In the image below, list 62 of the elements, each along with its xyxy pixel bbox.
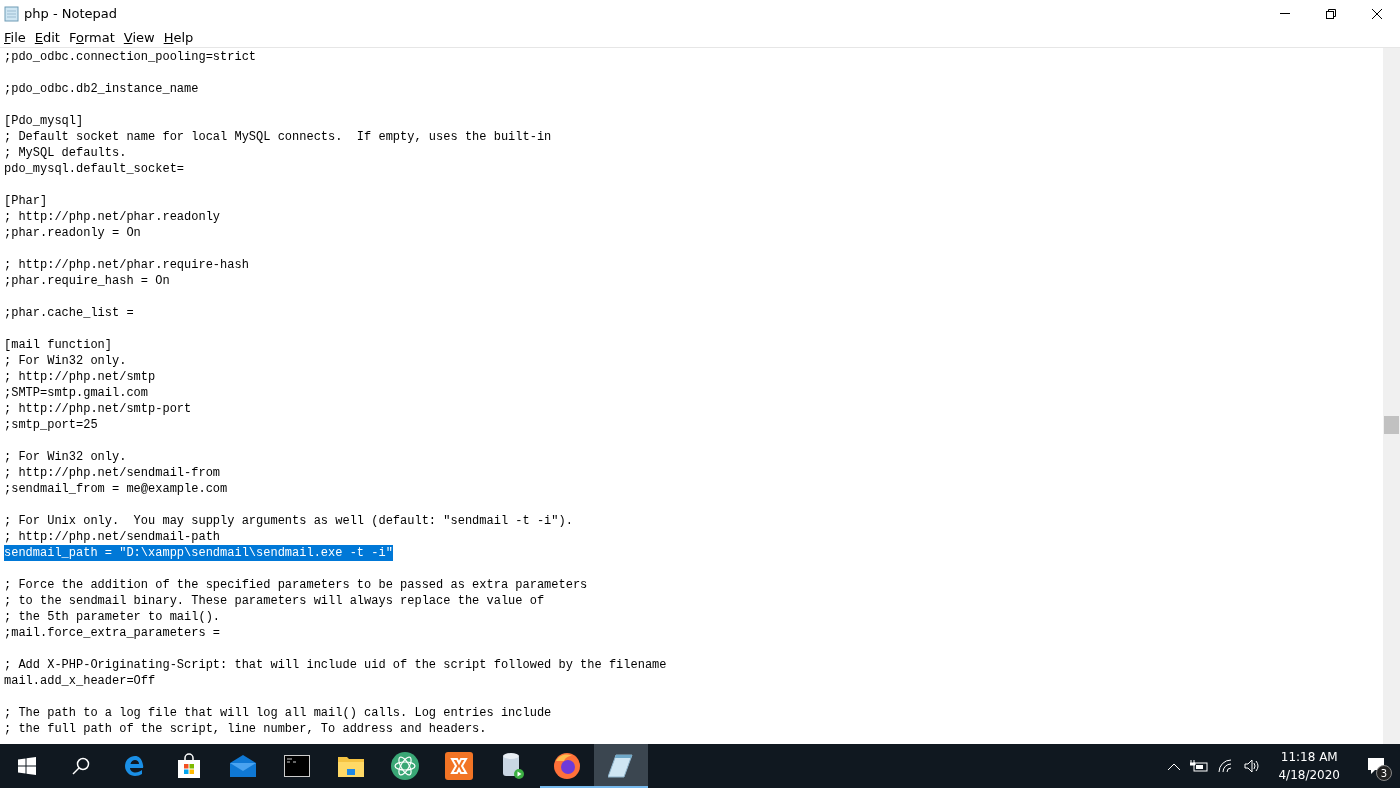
text-line: ; the 5th parameter to mail(). — [4, 609, 221, 625]
notepad-icon — [4, 5, 20, 22]
close-icon — [1372, 8, 1382, 19]
menu-item[interactable]: File — [0, 29, 30, 45]
atom-icon — [391, 752, 419, 780]
text-line: mail.add_x_header=Off — [4, 673, 156, 689]
clock-time[interactable]: 11:18 AM — [1280, 748, 1338, 766]
speaker-icon — [1244, 759, 1261, 773]
text-line: ; The path to a log file that will log all mail() calls. Log entries include — [4, 705, 552, 721]
text-line: ; For Win32 only. — [4, 353, 127, 369]
shopping-bag-icon — [176, 753, 202, 779]
terminal-icon — [284, 755, 310, 777]
text-line: ;sendmail_from = me@example.com — [4, 481, 228, 497]
database-icon — [501, 752, 525, 780]
text-line: [mail function] — [4, 337, 113, 353]
text-line: ;pdo_odbc.db2_instance_name — [4, 81, 199, 97]
taskbar-button[interactable] — [594, 744, 648, 788]
text-line: ;mail.force_extra_parameters = — [4, 625, 221, 641]
text-line: ; http://php.net/smtp-port — [4, 401, 192, 417]
battery-plug-icon — [1190, 760, 1209, 772]
folder-icon — [338, 755, 364, 777]
window-title: php - Notepad — [24, 6, 118, 21]
text-line: ; http://php.net/smtp — [4, 369, 156, 385]
envelope-icon — [229, 754, 257, 778]
text-line: [Phar] — [4, 193, 48, 209]
text-line: ; Add X-PHP-Originating-Script: that will include uid of the script followed by the filename — [4, 657, 667, 673]
text-line: ;smtp_port=25 — [4, 417, 98, 433]
chevron-up-icon — [1168, 762, 1181, 770]
text-line: ; http://php.net/phar.require-hash — [4, 257, 249, 273]
text-line: ;pdo_odbc.connection_pooling=strict — [4, 49, 257, 65]
menu-item[interactable]: View — [119, 29, 159, 45]
text-line: ; to the sendmail binary. These parameters will always replace the value of — [4, 593, 545, 609]
text-line: ;phar.cache_list = — [4, 305, 134, 321]
scrollbar[interactable] — [1383, 48, 1400, 744]
search-icon — [72, 757, 90, 775]
text-line: ;phar.readonly = On — [4, 225, 141, 241]
text-line: pdo_mysql.default_socket= — [4, 161, 185, 177]
text-line: ; the full path of the script, line number, To address and headers. — [4, 721, 487, 737]
notepad-icon — [608, 753, 634, 779]
text-line: ;phar.require_hash = On — [4, 273, 170, 289]
text-line: ; http://php.net/sendmail-from — [4, 465, 221, 481]
text-line: ; Force the addition of the specified parameters to be passed as extra parameters — [4, 577, 588, 593]
menu-item[interactable]: Edit — [30, 29, 64, 45]
scrollbar-thumb[interactable] — [1384, 416, 1399, 434]
clock-date[interactable]: 4/18/2020 — [1278, 766, 1340, 784]
text-line: ; Default socket name for local MySQL connects. If empty, uses the built-in — [4, 129, 552, 145]
minimize-icon — [1280, 13, 1290, 14]
menu-item[interactable]: Format — [64, 29, 119, 45]
text-line: ; http://php.net/sendmail-path — [4, 529, 221, 545]
text-line: ; For Unix only. You may supply arguments as well (default: "sendmail -t -i"). — [4, 513, 573, 529]
notification-button[interactable]: 3 — [1358, 748, 1394, 784]
restore-icon — [1326, 8, 1336, 19]
x-logo-icon — [445, 752, 473, 780]
windows-logo-icon — [18, 757, 36, 775]
notification-count: 3 — [1376, 765, 1392, 781]
text-line: [Pdo_mysql] — [4, 113, 84, 129]
text-line: ; For Win32 only. — [4, 449, 127, 465]
browser-fox-icon — [553, 752, 581, 780]
text-line: ; MySQL defaults. — [4, 145, 127, 161]
text-line: ; http://php.net/phar.readonly — [4, 209, 221, 225]
text-line: ;SMTP=smtp.gmail.com — [4, 385, 149, 401]
menu-item[interactable]: Help — [159, 29, 198, 45]
